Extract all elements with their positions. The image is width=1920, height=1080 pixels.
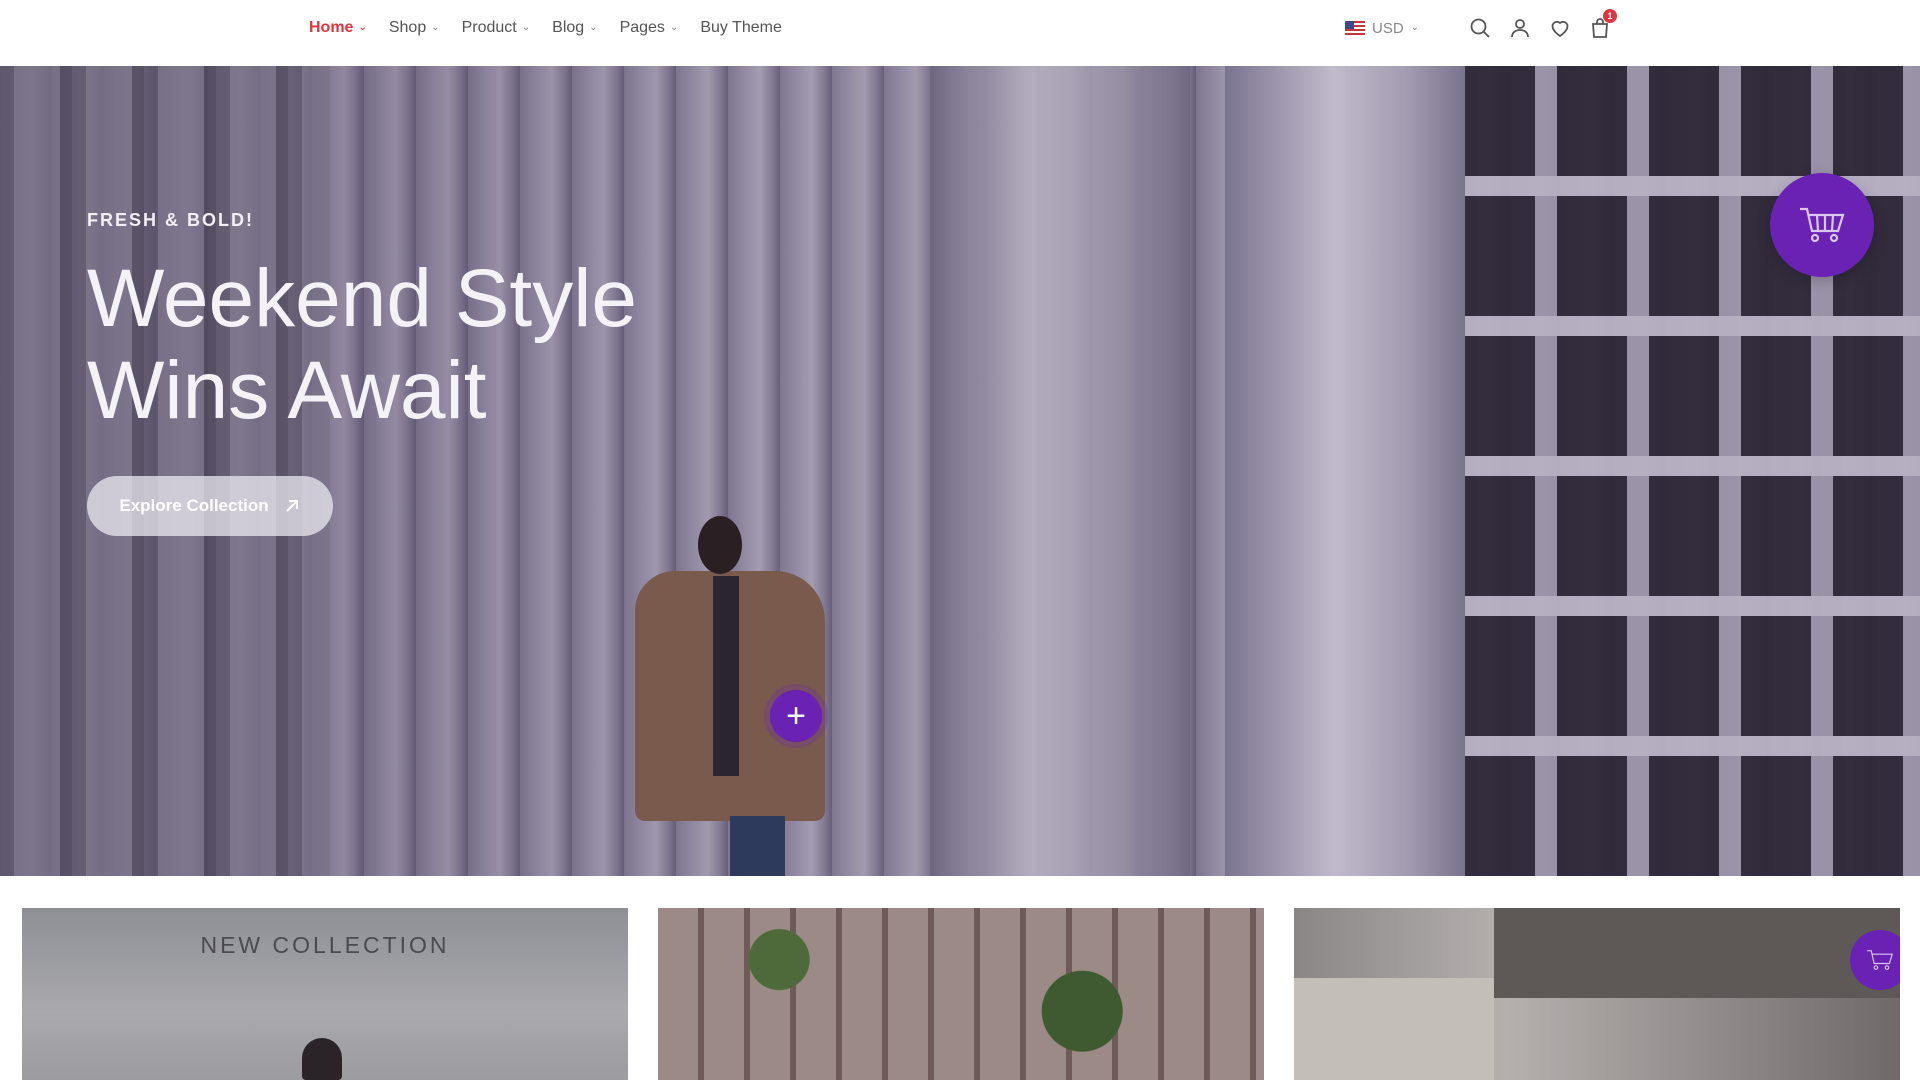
hero-text-block: FRESH & BOLD! Weekend Style Wins Await [87, 210, 787, 437]
hero-background-columns [0, 66, 330, 876]
hero-banner: FRESH & BOLD! Weekend Style Wins Await E… [0, 66, 1920, 876]
nav-item-shop[interactable]: Shop ⌄ [389, 19, 440, 37]
hero-title-line-1: Weekend Style [87, 253, 638, 344]
cart-icon [1867, 950, 1894, 970]
hero-eyebrow: FRESH & BOLD! [87, 210, 254, 230]
nav-item-pages[interactable]: Pages ⌄ [620, 19, 679, 37]
collection-card-3[interactable] [1294, 908, 1900, 1080]
floating-cart-button[interactable] [1770, 173, 1874, 277]
chevron-down-icon: ⌄ [669, 21, 679, 33]
collection-card-2[interactable] [658, 908, 1264, 1080]
nav-label-product: Product [461, 19, 517, 36]
nav-item-home[interactable]: Home ⌄ [309, 19, 367, 37]
nav-item-blog[interactable]: Blog ⌄ [552, 19, 597, 37]
arrow-up-right-icon [285, 500, 298, 512]
chevron-down-icon: ⌄ [589, 21, 598, 33]
header-actions: USD ⌄ 1 [1345, 0, 1618, 56]
page: Home ⌄ Shop ⌄ Product ⌄ Blog ⌄ Pages ⌄ B… [0, 0, 1920, 1080]
hero-title-line-2: Wins Await [87, 345, 487, 436]
cart-icon [1800, 207, 1845, 243]
explore-collection-button[interactable]: Explore Collection [87, 476, 333, 536]
hero-background-column [930, 66, 1190, 876]
nav-label-shop: Shop [388, 19, 427, 36]
collection-model-figure [302, 1038, 342, 1080]
nav-label-blog: Blog [552, 19, 585, 36]
chevron-down-icon: ⌄ [431, 21, 440, 33]
heart-icon[interactable] [1547, 15, 1573, 41]
explore-collection-label: Explore Collection [119, 496, 269, 515]
user-icon[interactable] [1507, 15, 1533, 41]
nav-label-buy-theme: Buy Theme [700, 19, 782, 36]
search-icon[interactable] [1467, 15, 1493, 41]
currency-label: USD [1372, 19, 1404, 37]
currency-selector[interactable]: USD ⌄ [1345, 20, 1419, 37]
main-nav: Home ⌄ Shop ⌄ Product ⌄ Blog ⌄ Pages ⌄ B… [309, 0, 782, 56]
us-flag-icon [1345, 21, 1365, 35]
cart-count-badge: 1 [1603, 9, 1618, 23]
collection-card-new[interactable]: NEW COLLECTION [22, 908, 628, 1080]
hero-title: Weekend Style Wins Await [87, 253, 787, 437]
site-header: Home ⌄ Shop ⌄ Product ⌄ Blog ⌄ Pages ⌄ B… [0, 0, 1920, 66]
collection-card-label: NEW COLLECTION [200, 932, 450, 958]
chevron-down-icon: ⌄ [358, 21, 367, 33]
chevron-down-icon: ⌄ [521, 21, 531, 33]
nav-label-pages: Pages [619, 19, 665, 36]
collection-cards: NEW COLLECTION [0, 908, 1920, 1080]
nav-label-home: Home [309, 19, 354, 36]
chevron-down-icon: ⌄ [1410, 21, 1420, 33]
nav-item-product[interactable]: Product ⌄ [462, 19, 531, 37]
product-hotspot-button[interactable]: + [770, 690, 822, 742]
hero-background-pillar [1225, 66, 1465, 876]
bag-icon[interactable]: 1 [1587, 9, 1618, 41]
plus-icon: + [786, 697, 806, 735]
nav-item-buy-theme[interactable]: Buy Theme [700, 19, 782, 37]
